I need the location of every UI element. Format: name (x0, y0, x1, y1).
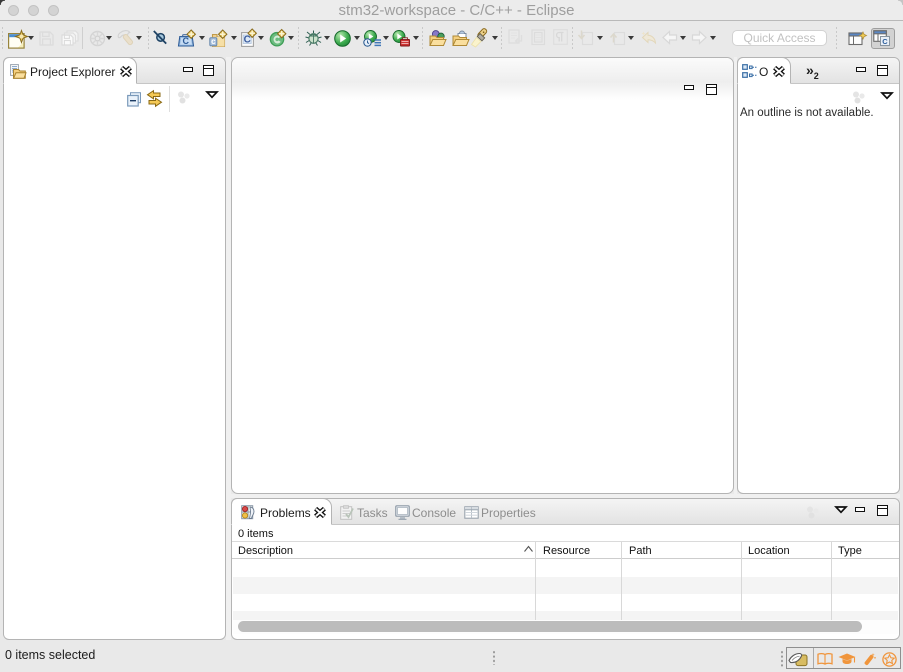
svg-text:c: c (211, 37, 216, 46)
svg-text:C: C (244, 34, 251, 45)
svg-text:C: C (882, 37, 888, 46)
svg-text:C: C (183, 36, 190, 46)
